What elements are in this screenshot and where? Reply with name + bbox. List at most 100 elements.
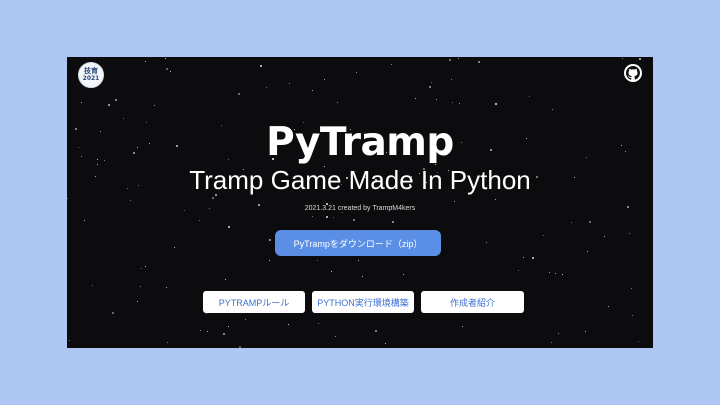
star-dot	[289, 83, 290, 85]
star-dot	[333, 216, 335, 218]
star-dot	[457, 57, 459, 59]
star-dot	[92, 284, 94, 286]
star-dot	[550, 341, 552, 343]
star-dot	[554, 272, 556, 274]
github-icon-glyph	[626, 66, 640, 80]
star-dot	[390, 63, 392, 65]
star-dot	[129, 200, 131, 202]
star-dot	[459, 102, 461, 104]
gikuiku-badge-logo[interactable]: 技育 2021	[78, 62, 104, 88]
star-dot	[222, 333, 225, 336]
star-dot	[431, 81, 433, 83]
star-dot	[570, 221, 572, 223]
star-dot	[169, 71, 171, 73]
download-zip-button[interactable]: PyTrampをダウンロード（zip）	[275, 230, 441, 256]
nav-authors-button[interactable]: 作成者紹介	[421, 291, 524, 313]
star-dot	[608, 305, 610, 307]
star-dot	[199, 220, 201, 222]
star-dot	[165, 67, 168, 70]
star-dot	[522, 257, 524, 259]
star-dot	[145, 266, 147, 268]
star-dot	[81, 101, 83, 103]
star-dot	[428, 85, 431, 88]
star-dot	[542, 234, 544, 236]
star-dot	[449, 59, 452, 62]
star-dot	[112, 311, 115, 314]
star-dot	[589, 221, 592, 224]
star-dot	[268, 239, 271, 242]
nav-rules-button[interactable]: PYTRAMPルール	[203, 291, 305, 313]
star-dot	[337, 102, 339, 104]
star-dot	[84, 219, 86, 221]
star-dot	[361, 276, 363, 278]
star-dot	[385, 343, 387, 345]
star-dot	[311, 90, 313, 92]
star-dot	[67, 197, 69, 199]
star-dot	[224, 278, 226, 280]
star-dot	[211, 196, 214, 199]
github-icon[interactable]	[624, 64, 642, 82]
star-dot	[587, 251, 589, 253]
star-dot	[69, 339, 71, 341]
star-dot	[325, 215, 328, 218]
star-dot	[551, 108, 553, 110]
star-dot	[317, 259, 319, 261]
site-window: 技育 2021 PyTramp Tramp Game Made In Pytho…	[67, 57, 653, 348]
star-dot	[317, 323, 319, 325]
star-dot	[228, 226, 231, 229]
badge-line2: 2021	[82, 75, 100, 82]
star-dot	[357, 260, 359, 262]
star-dot	[245, 319, 247, 321]
hero-title: PyTramp	[266, 120, 454, 165]
star-dot	[621, 57, 623, 59]
star-dot	[153, 105, 155, 107]
star-dot	[268, 260, 270, 262]
hero-subtitle: Tramp Game Made In Python	[189, 165, 531, 195]
star-dot	[562, 274, 564, 276]
star-dot	[238, 345, 241, 348]
star-dot	[549, 271, 551, 273]
star-dot	[324, 78, 326, 80]
nav-python-setup-button[interactable]: PYTHON実行環境構築	[312, 291, 414, 313]
star-dot	[436, 99, 438, 101]
star-dot	[140, 286, 142, 288]
star-dot	[334, 336, 336, 338]
star-dot	[478, 61, 481, 64]
star-dot	[637, 341, 639, 343]
star-dot	[453, 201, 455, 203]
star-dot	[631, 287, 633, 289]
star-dot	[141, 267, 143, 269]
star-dot	[174, 247, 176, 249]
star-dot	[355, 72, 357, 74]
star-dot	[164, 57, 166, 59]
star-dot	[330, 270, 332, 272]
star-dot	[462, 325, 464, 327]
star-dot	[311, 216, 313, 218]
star-dot	[260, 64, 263, 67]
star-dot	[632, 315, 634, 317]
star-dot	[166, 341, 168, 343]
star-dot	[450, 79, 452, 81]
badge-line1: 技育	[84, 67, 98, 75]
star-dot	[403, 274, 405, 276]
star-dot	[375, 329, 378, 332]
star-dot	[207, 331, 209, 333]
star-dot	[494, 103, 497, 106]
star-dot	[531, 257, 534, 260]
star-dot	[136, 301, 138, 303]
star-dot	[638, 58, 641, 61]
star-dot	[114, 98, 117, 101]
star-dot	[227, 325, 229, 327]
star-dot	[238, 92, 241, 95]
star-dot	[528, 96, 530, 98]
star-dot	[451, 101, 453, 103]
star-dot	[517, 269, 519, 271]
star-dot	[265, 87, 267, 89]
star-dot	[166, 287, 168, 289]
hero-credit: 2021.3.21 created by TrampM4kers	[304, 205, 416, 212]
star-dot	[108, 103, 111, 106]
star-dot	[353, 219, 356, 222]
star-dot	[604, 235, 606, 237]
star-dot	[414, 98, 416, 100]
star-dot	[628, 233, 630, 235]
